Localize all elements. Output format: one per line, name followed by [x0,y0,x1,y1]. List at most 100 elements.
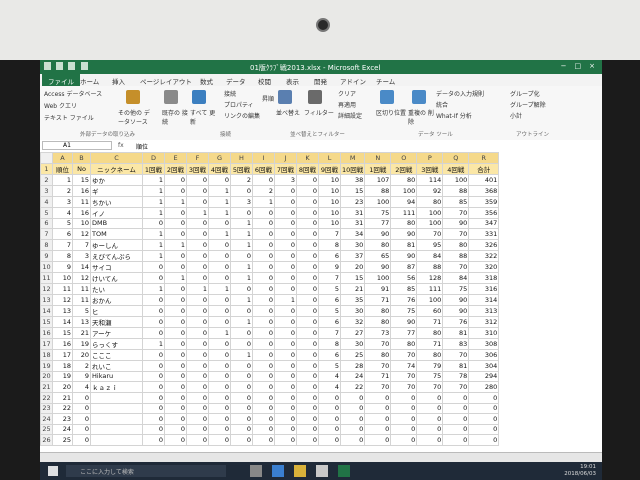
cell[interactable]: 2 [52,184,73,197]
cell[interactable]: 2 [230,173,253,186]
cell[interactable]: 0 [164,249,187,262]
cell[interactable]: 0 [274,228,297,240]
cell[interactable]: 16 [72,184,91,197]
cell[interactable]: 0 [142,217,165,229]
sort-icon[interactable] [278,90,292,104]
cell[interactable]: 0 [252,370,275,382]
cell[interactable]: 1 [164,271,187,284]
cell[interactable]: 30 [339,337,366,350]
cell[interactable]: 8 [318,337,341,350]
cell[interactable]: 107 [364,173,392,186]
row-header[interactable]: 16 [40,326,53,339]
cell[interactable]: 1 [164,238,187,251]
cell[interactable]: 0 [468,413,500,425]
row-header[interactable]: 2 [40,173,53,186]
cell[interactable]: 0 [252,434,275,446]
formula-content[interactable]: 順位 [136,142,148,151]
cell[interactable]: 318 [468,271,500,284]
cell[interactable]: 0 [468,423,500,435]
cell[interactable]: 331 [468,228,500,240]
cell[interactable]: 80 [416,326,444,339]
row-header[interactable]: 19 [40,359,53,372]
cell[interactable]: 0 [142,359,165,372]
cell[interactable]: 0 [72,392,91,404]
cell[interactable]: 2 [252,184,275,197]
cell[interactable]: 0 [208,370,231,382]
cell[interactable]: 71 [416,337,444,350]
folder-icon[interactable] [294,465,306,477]
cell[interactable]: 0 [164,326,187,339]
cell[interactable]: 1 [208,195,231,208]
cell[interactable]: ちかい [90,195,143,208]
cell[interactable]: 0 [230,249,253,262]
cell[interactable] [90,434,143,446]
cell[interactable]: 0 [252,238,275,251]
cell[interactable]: 0 [186,217,209,229]
cell[interactable]: 1 [274,293,297,306]
cell[interactable]: 0 [230,402,253,414]
cell[interactable]: 0 [274,413,297,425]
cell[interactable]: 92 [416,184,444,197]
cell[interactable]: 1 [164,195,187,208]
cell[interactable]: 1 [208,206,231,219]
cell[interactable]: 15 [52,326,73,339]
cell[interactable]: 88 [442,249,470,262]
taskbar-search[interactable]: ここに入力して検索 [66,465,226,477]
cell[interactable]: 87 [390,260,418,273]
cell[interactable]: 0 [274,381,297,393]
tab-formulas[interactable]: 数式 [200,76,213,86]
row-header[interactable]: 1 [40,162,53,175]
cell[interactable]: 1 [230,228,253,240]
cell[interactable]: 6 [318,293,341,306]
cell[interactable]: えびてんぷら [90,249,143,262]
cell[interactable]: 31 [339,217,366,229]
cell[interactable]: 0 [230,392,253,404]
cell[interactable]: 80 [442,238,470,251]
cell[interactable]: アーケ [90,326,143,339]
cell[interactable]: 0 [296,282,319,295]
cell[interactable]: 80 [416,195,444,208]
cell[interactable]: 6 [318,249,341,262]
cell[interactable]: 0 [252,413,275,425]
cell[interactable]: 0 [339,423,366,435]
column-header[interactable]: J [274,152,297,164]
cell[interactable]: 84 [442,271,470,284]
cell[interactable]: 0 [208,293,231,306]
column-header[interactable]: B [72,152,91,164]
cell[interactable]: 0 [186,173,209,186]
edge-icon[interactable] [272,465,284,477]
header-cell[interactable]: 順位 [52,162,73,175]
cell[interactable]: 0 [164,434,187,446]
cell[interactable]: 326 [468,238,500,251]
cell[interactable]: 0 [364,434,392,446]
cell[interactable]: 308 [468,337,500,350]
cell[interactable]: 0 [252,304,275,317]
cell[interactable]: 294 [468,370,500,382]
cell[interactable]: 5 [318,304,341,317]
cell[interactable]: 0 [318,434,341,446]
cell[interactable]: 0 [390,413,418,425]
properties-button[interactable]: プロパティ [224,100,254,109]
cell[interactable]: 10 [318,217,341,229]
cell[interactable]: 310 [468,326,500,339]
consolidate-button[interactable]: 統合 [436,100,448,109]
cell[interactable]: 0 [186,413,209,425]
cell[interactable]: 70 [442,206,470,219]
cell[interactable]: 0 [416,423,444,435]
cell[interactable]: 100 [416,206,444,219]
cell[interactable] [90,413,143,425]
cell[interactable]: 1 [142,195,165,208]
cell[interactable]: 70 [364,337,392,350]
cell[interactable]: 0 [416,413,444,425]
cell[interactable]: 0 [252,337,275,350]
cell[interactable]: 12 [52,293,73,306]
cell[interactable]: 70 [390,348,418,361]
cell[interactable]: 21 [339,282,366,295]
cell[interactable]: 0 [296,413,319,425]
cell[interactable]: 0 [296,184,319,197]
cell[interactable]: 0 [142,348,165,361]
cell[interactable]: 75 [416,370,444,382]
cell[interactable]: 11 [72,293,91,306]
cell[interactable]: 0 [72,434,91,446]
cell[interactable]: 0 [318,423,341,435]
